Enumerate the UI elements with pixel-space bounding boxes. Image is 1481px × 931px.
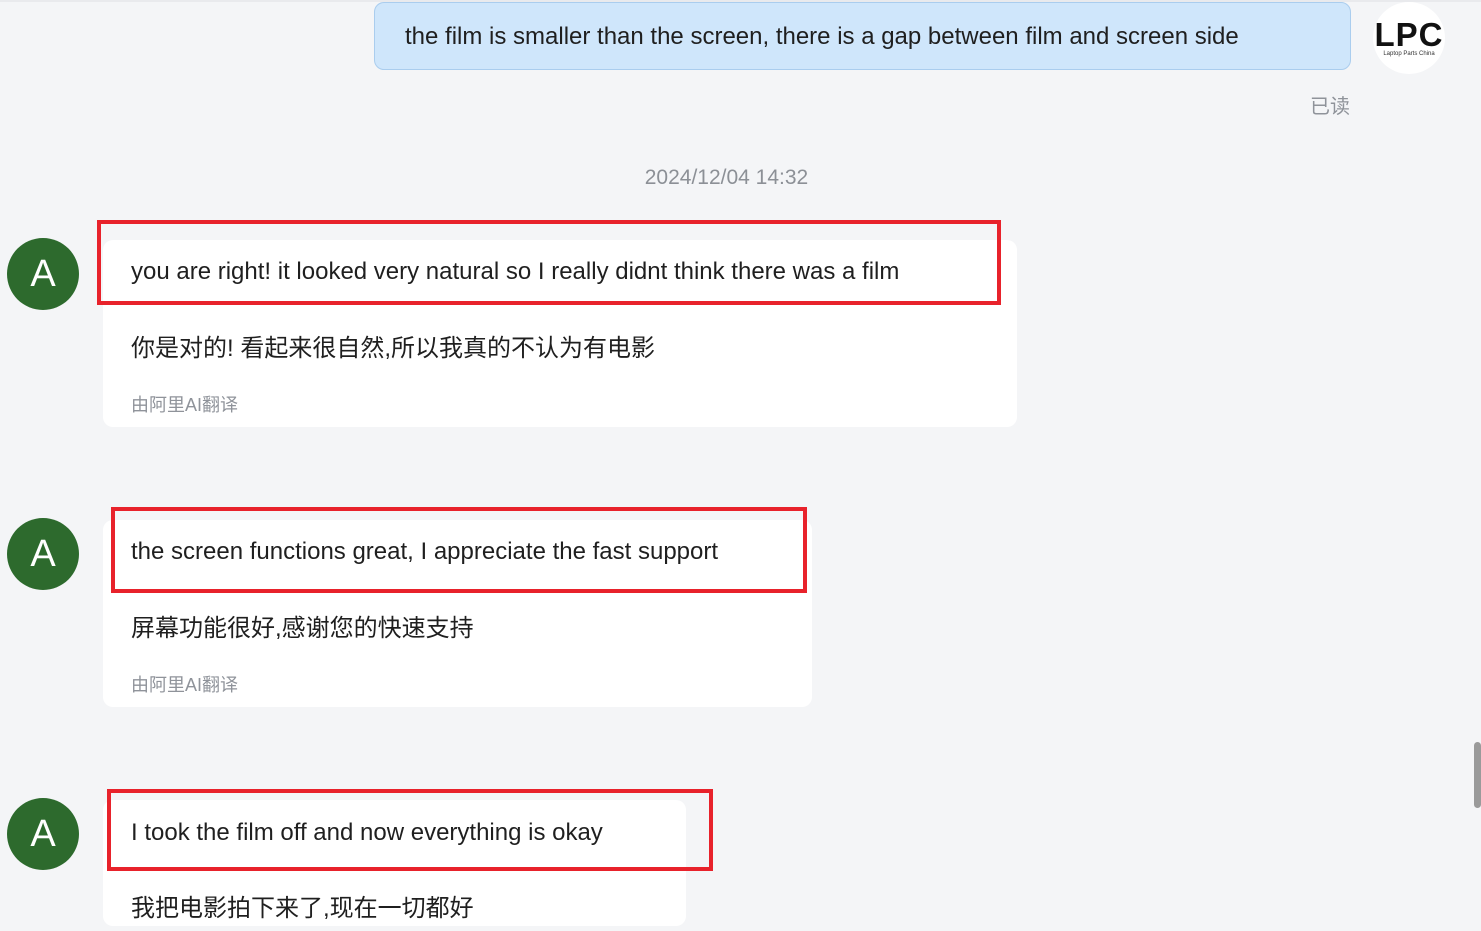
incoming-message-translation: 我把电影拍下来了,现在一切都好 bbox=[131, 895, 474, 922]
lpc-logo-caption: Laptop Parts China bbox=[1383, 51, 1435, 57]
incoming-message-text: I took the film off and now everything i… bbox=[131, 819, 603, 846]
outgoing-message-text: the film is smaller than the screen, the… bbox=[405, 23, 1239, 50]
incoming-message-translation: 你是对的! 看起来很自然,所以我真的不认为有电影 bbox=[131, 335, 656, 362]
read-status: 已读 bbox=[1310, 96, 1350, 118]
customer-avatar[interactable]: A bbox=[7, 798, 79, 870]
message-timestamp: 2024/12/04 14:32 bbox=[644, 166, 809, 189]
translation-note: 由阿里AI翻译 bbox=[131, 395, 239, 415]
scrollbar-thumb[interactable] bbox=[1474, 742, 1481, 808]
incoming-message-card[interactable]: I took the film off and now everything i… bbox=[103, 800, 686, 926]
translation-note: 由阿里AI翻译 bbox=[131, 675, 239, 695]
incoming-message-card[interactable]: the screen functions great, I appreciate… bbox=[103, 520, 812, 707]
customer-avatar[interactable]: A bbox=[7, 238, 79, 310]
incoming-message-text: the screen functions great, I appreciate… bbox=[131, 538, 719, 565]
incoming-message-text: you are right! it looked very natural so… bbox=[131, 258, 900, 285]
lpc-logo-mark: LPC bbox=[1375, 16, 1444, 53]
incoming-message-translation: 屏幕功能很好,感谢您的快速支持 bbox=[131, 615, 474, 642]
lpc-logo-icon: LPC Laptop Parts China bbox=[1375, 16, 1444, 57]
outgoing-message-bubble[interactable]: the film is smaller than the screen, the… bbox=[374, 2, 1351, 70]
customer-avatar[interactable]: A bbox=[7, 518, 79, 590]
seller-avatar[interactable]: LPC Laptop Parts China bbox=[1373, 2, 1445, 74]
incoming-message-card[interactable]: you are right! it looked very natural so… bbox=[103, 240, 1017, 427]
